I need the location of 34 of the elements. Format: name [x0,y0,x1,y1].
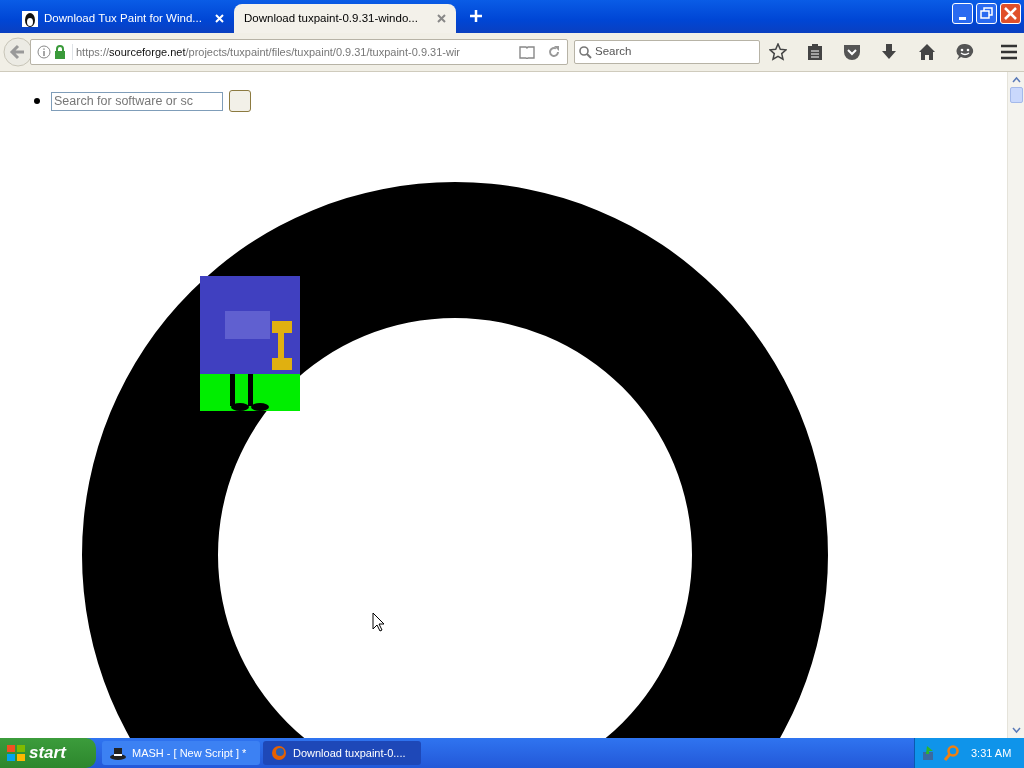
hat-icon [110,746,126,760]
clock: 3:31 AM [971,745,1012,761]
lock-icon[interactable] [54,45,66,59]
pocket-icon[interactable] [843,43,862,61]
browser-tab[interactable]: Download Tux Paint for Wind... [12,4,234,33]
taskbar-button[interactable]: Download tuxpaint-0.... [263,741,421,765]
restore-button[interactable] [976,3,997,24]
search-field[interactable]: Search for software or sc [51,91,223,111]
close-tab-icon[interactable] [437,14,446,23]
close-button[interactable] [1000,3,1021,24]
reader-icon[interactable] [519,45,535,59]
list-icon[interactable] [807,43,824,61]
globe-icon [271,745,287,761]
taskbar-button[interactable]: MASH - [ New Script ] * [102,741,260,765]
home-icon[interactable] [917,43,936,61]
minimize-icon [959,17,966,21]
reload-icon[interactable] [547,45,561,59]
search-icon [578,45,592,59]
minimize-button[interactable] [952,3,973,24]
bullet-icon [34,98,40,104]
search-field[interactable]: Search [595,43,632,61]
back-icon[interactable] [3,37,33,67]
new-tab-icon[interactable] [470,10,482,22]
windows-logo [6,744,26,762]
scrollbar-thumb[interactable] [1009,87,1023,103]
download-icon[interactable] [881,43,898,61]
info-icon[interactable] [37,45,51,59]
search-button[interactable] [229,90,251,112]
menu-icon[interactable] [999,44,1018,60]
browser-tab[interactable]: Download tuxpaint-0.9.31-windo... [234,4,456,33]
start-button[interactable]: start [0,738,96,768]
chat-icon[interactable] [955,43,974,61]
cursor-icon [372,612,385,632]
star-icon[interactable] [769,43,787,61]
